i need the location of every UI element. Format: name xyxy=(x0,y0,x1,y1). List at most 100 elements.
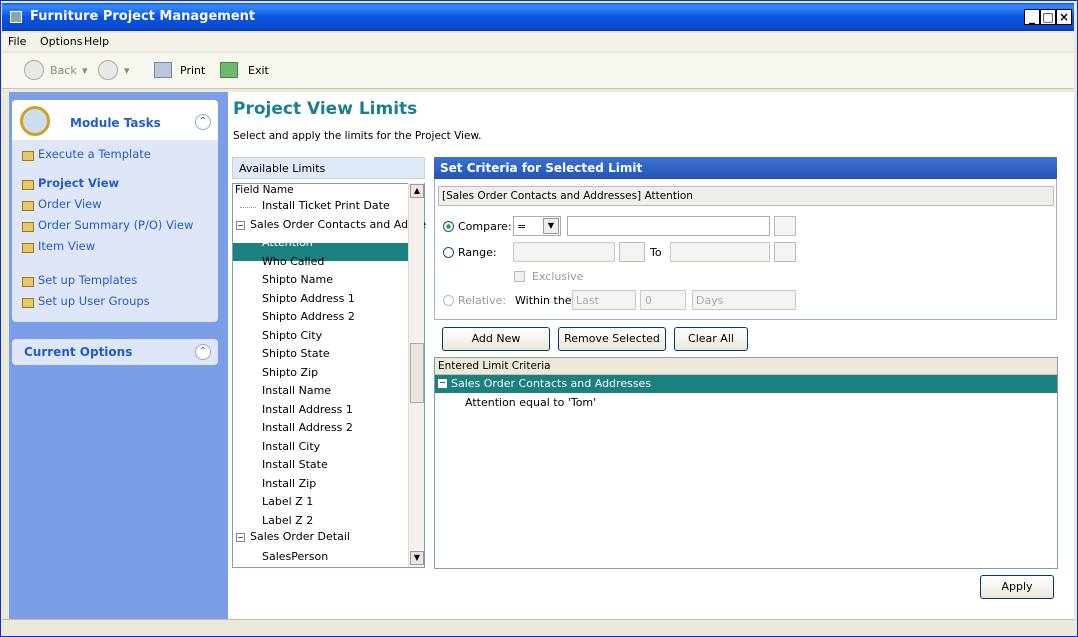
criteria-group-row[interactable]: − Sales Order Contacts and Addresses xyxy=(435,375,1057,393)
relative-unit-value: Days xyxy=(696,294,724,307)
task-icon xyxy=(22,201,34,211)
range-to-input[interactable] xyxy=(670,242,770,262)
range-radio[interactable] xyxy=(443,247,454,258)
list-item[interactable]: Shipto Address 2 xyxy=(262,308,355,326)
task-icon xyxy=(22,180,34,190)
menu-file[interactable]: File xyxy=(8,35,26,48)
compare-operator-select[interactable]: = ▼ xyxy=(513,216,561,236)
criteria-item[interactable]: Attention equal to 'Tom' xyxy=(465,396,596,409)
compare-label: Compare: xyxy=(458,220,512,233)
list-group[interactable]: Sales Order Detail xyxy=(250,528,350,546)
list-group[interactable]: Sales Order Contacts and Addre xyxy=(250,216,426,234)
task-item-view[interactable]: Item View xyxy=(38,239,95,253)
entered-criteria-label: Entered Limit Criteria xyxy=(438,360,551,372)
menu-options[interactable]: Options xyxy=(40,35,82,48)
lookup-icon[interactable] xyxy=(774,216,796,236)
exclusive-checkbox[interactable] xyxy=(514,271,525,282)
list-item[interactable]: Label Z 1 xyxy=(262,493,313,511)
compare-radio[interactable] xyxy=(443,221,454,232)
magnifier-icon xyxy=(20,106,50,136)
task-setup-user-groups[interactable]: Set up User Groups xyxy=(38,294,150,308)
chevron-down-icon[interactable]: ▾ xyxy=(124,64,130,77)
page-title: Project View Limits xyxy=(233,99,418,119)
task-project-view[interactable]: Project View xyxy=(38,176,119,190)
list-item[interactable]: Install Zip xyxy=(262,475,316,493)
selected-limit-field: [Sales Order Contacts and Addresses] Att… xyxy=(438,186,1054,206)
relative-last-select[interactable]: Last xyxy=(572,290,636,310)
collapse-icon[interactable]: ⌃ xyxy=(195,114,211,130)
range-label: Range: xyxy=(458,246,497,259)
clear-all-button[interactable]: Clear All xyxy=(674,327,748,351)
task-execute-template[interactable]: Execute a Template xyxy=(38,147,151,161)
menu-bar: File Options Help xyxy=(2,33,1074,51)
available-limits-header: Available Limits xyxy=(232,157,425,179)
list-item[interactable]: Shipto City xyxy=(262,327,322,345)
scroll-thumb[interactable] xyxy=(410,343,424,403)
task-setup-templates[interactable]: Set up Templates xyxy=(38,273,137,287)
module-tasks-title: Module Tasks xyxy=(70,116,161,130)
list-item[interactable]: Shipto State xyxy=(262,345,330,363)
task-order-view[interactable]: Order View xyxy=(38,197,102,211)
relative-radio[interactable] xyxy=(443,295,454,306)
menu-help[interactable]: Help xyxy=(84,35,109,48)
list-item[interactable]: Who Called xyxy=(262,253,324,271)
chevron-down-icon[interactable]: ▼ xyxy=(543,218,559,234)
toolbar: Back ▾ ▾ Print Exit xyxy=(2,53,1074,89)
task-icon xyxy=(22,151,34,161)
expand-collapse-icon[interactable]: − xyxy=(236,533,245,542)
lookup-icon[interactable] xyxy=(774,242,796,262)
relative-unit-select[interactable]: Days xyxy=(692,290,796,310)
collapse-icon[interactable]: ⌃ xyxy=(195,344,211,360)
list-item[interactable]: Install Address 1 xyxy=(262,401,353,419)
task-icon xyxy=(22,298,34,308)
relative-number-value: 0 xyxy=(645,294,652,307)
maximize-button[interactable]: □ xyxy=(1040,9,1056,25)
list-item-selected[interactable]: Attention xyxy=(262,234,313,252)
current-options-panel[interactable]: Current Options xyxy=(12,339,218,365)
available-limits-label: Available Limits xyxy=(239,162,326,175)
back-arrow-icon[interactable] xyxy=(24,60,44,80)
task-icon xyxy=(22,222,34,232)
task-icon xyxy=(22,277,34,287)
list-item[interactable]: Shipto Name xyxy=(262,271,333,289)
compare-value-input[interactable] xyxy=(567,216,770,236)
criteria-group-label: Sales Order Contacts and Addresses xyxy=(451,377,652,390)
remove-selected-button[interactable]: Remove Selected xyxy=(558,327,666,351)
list-item[interactable]: SalesPerson xyxy=(262,548,328,566)
scroll-down-icon[interactable]: ▼ xyxy=(410,551,424,565)
list-item[interactable]: Install Address 2 xyxy=(262,419,353,437)
list-item[interactable]: Install State xyxy=(262,456,328,474)
range-from-input[interactable] xyxy=(513,242,615,262)
column-header-field-name[interactable]: Field Name xyxy=(233,184,408,198)
expand-collapse-icon[interactable]: − xyxy=(236,221,245,230)
list-item[interactable]: Install City xyxy=(262,438,320,456)
close-button[interactable]: × xyxy=(1056,9,1072,25)
chevron-down-icon[interactable]: ▾ xyxy=(82,64,88,77)
available-limits-list[interactable]: Field Name xyxy=(232,183,425,568)
list-item[interactable]: Install Name xyxy=(262,382,331,400)
relative-number-spinner[interactable]: 0 xyxy=(640,290,686,310)
list-scrollbar[interactable]: ▲ ▼ xyxy=(408,183,424,567)
lookup-icon[interactable] xyxy=(619,242,645,262)
exit-button[interactable]: Exit xyxy=(248,64,269,77)
status-bar xyxy=(2,619,1074,635)
list-item[interactable]: Install Ticket Print Date xyxy=(262,198,390,216)
compare-operator-value: = xyxy=(517,220,527,233)
criteria-header-label: Set Criteria for Selected Limit xyxy=(440,161,643,175)
printer-icon[interactable] xyxy=(154,62,172,78)
back-button[interactable]: Back xyxy=(50,64,77,77)
window-title: Furniture Project Management xyxy=(30,9,256,24)
apply-button[interactable]: Apply xyxy=(980,575,1054,599)
exit-icon[interactable] xyxy=(220,62,238,78)
task-order-summary-view[interactable]: Order Summary (P/O) View xyxy=(38,218,193,232)
title-bar: Furniture Project Management _ □ × xyxy=(2,3,1074,31)
print-button[interactable]: Print xyxy=(180,64,205,77)
list-item[interactable]: Shipto Zip xyxy=(262,364,318,382)
list-item[interactable]: Shipto Address 1 xyxy=(262,290,355,308)
scroll-up-icon[interactable]: ▲ xyxy=(410,184,424,198)
collapse-icon[interactable]: − xyxy=(438,379,447,388)
exclusive-label: Exclusive xyxy=(532,270,584,283)
add-new-button[interactable]: Add New xyxy=(442,327,550,351)
minimize-button[interactable]: _ xyxy=(1024,9,1040,25)
forward-arrow-icon[interactable] xyxy=(98,60,118,80)
